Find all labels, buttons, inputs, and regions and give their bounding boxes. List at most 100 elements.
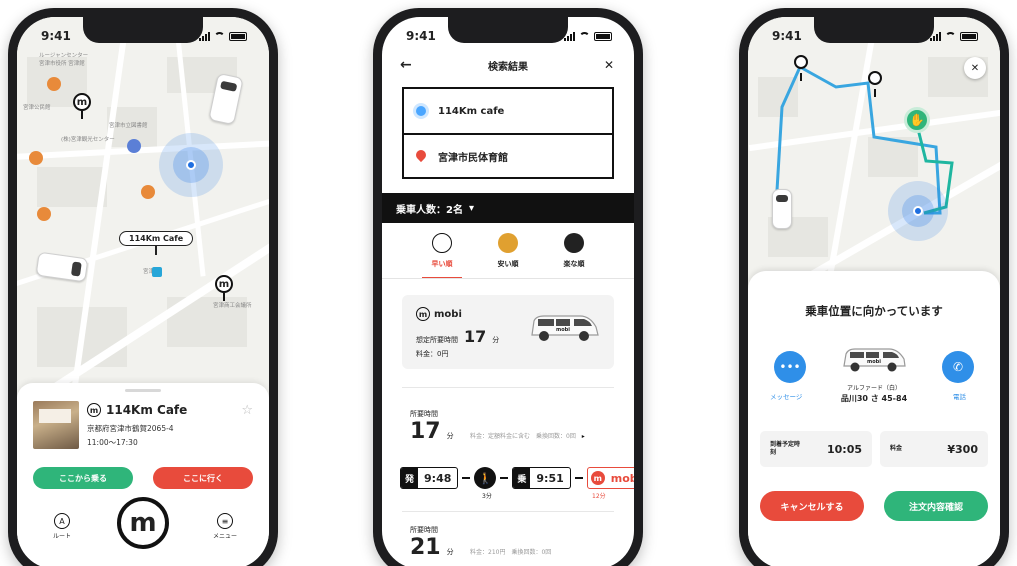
result-unit: 分: [446, 432, 454, 440]
route-result[interactable]: 所要時間 17 分 料金：定額料金に含む 乗換回数：0回 ▸: [410, 409, 634, 444]
map-view[interactable]: ルージャンセンター 宮津市役所 宮津館 宮津公民館 (株)宮津観光センター 宮津…: [17, 17, 269, 397]
star-icon[interactable]: ☆: [241, 403, 253, 418]
station-icon: [152, 267, 162, 277]
origin-field[interactable]: 114Km cafe: [404, 89, 612, 133]
place-hours: 11:00〜17:30: [87, 438, 138, 447]
depart-tag: 発: [401, 468, 419, 488]
phone-search-results: 9:41 ← 検索結果 ✕ 114Km cafe 宮津市民体育館 乗車人数：2名…: [373, 8, 643, 566]
mobi-duration: 12分: [592, 493, 606, 500]
phone-map-screen: 9:41 ルージャンセンター 宮津市役所 宮津館 宮津公民館 (株)宮津観光セン…: [8, 8, 278, 566]
depart-time: 9:48: [424, 471, 452, 485]
map-label: 宮津商工会議所: [213, 303, 252, 309]
app-showcase: 9:41 ルージャンセンター 宮津市役所 宮津館 宮津公民館 (株)宮津観光セン…: [0, 0, 1017, 566]
tab-route-label: ルート: [53, 533, 72, 540]
van-icon: mobi: [841, 347, 907, 373]
eta-value: 10:05: [826, 442, 862, 456]
map-label: (株)宮津観光センター: [61, 137, 115, 143]
stopwatch-icon: [432, 233, 452, 253]
duration-unit: 分: [492, 336, 500, 344]
call-button[interactable]: ✆: [942, 351, 974, 383]
order-details-button[interactable]: 注文内容確認: [884, 491, 988, 521]
call-label: 電話: [953, 393, 966, 401]
destination-field[interactable]: 宮津市民体育館: [404, 133, 612, 177]
result-meta: 料金：定額料金に含む 乗換回数：0回 ▸: [470, 433, 585, 440]
map-poi-icon: [141, 185, 155, 199]
depart-step: 発 9:48: [400, 467, 459, 489]
map-poi-icon: [29, 151, 43, 165]
result-label: 所要時間: [410, 410, 438, 418]
seat-icon: [564, 233, 584, 253]
mobi-logo-icon: m: [416, 307, 430, 321]
tab-route[interactable]: A ルート: [53, 513, 71, 540]
chevron-down-icon: ▾: [468, 202, 474, 214]
board-here-button[interactable]: ここから乗る: [33, 467, 133, 489]
destination-pin-icon: [416, 150, 426, 162]
result-minutes: 17: [410, 419, 441, 444]
close-icon[interactable]: ✕: [964, 57, 986, 79]
status-icons: [199, 31, 247, 41]
place-address: 京都府宮津市鶴賀2065-4: [87, 424, 174, 433]
sort-tabs: 早い順 安い順 楽な順: [382, 233, 634, 279]
chevron-right-icon: ▸: [581, 433, 585, 440]
notch: [448, 17, 568, 43]
tab-cheapest[interactable]: 安い順: [478, 233, 538, 269]
tab-fastest[interactable]: 早い順: [412, 233, 472, 279]
board-time: 9:51: [536, 471, 564, 485]
route-result[interactable]: 所要時間 21 分 料金：210円 乗換回数：0回: [410, 525, 634, 560]
back-arrow-icon[interactable]: ←: [400, 57, 412, 73]
wifi-icon: [945, 32, 956, 40]
map-view[interactable]: ✋: [748, 17, 1000, 297]
connector: [462, 477, 471, 479]
mobi-stop-pin[interactable]: m: [73, 93, 91, 111]
fare-label: 料金: [890, 445, 903, 453]
place-title: m 114Km Cafe: [87, 403, 187, 417]
route-icon: A: [54, 513, 70, 529]
mobi-logo-icon: m: [590, 471, 605, 485]
battery-icon: [960, 31, 978, 41]
origin-dot-icon: [416, 106, 426, 116]
mobi-option-card[interactable]: m mobi 想定所要時間 17 分 料金：0円 mobi: [402, 295, 614, 369]
cancel-button[interactable]: キャンセルする: [760, 491, 864, 521]
mobi-logo-icon: m: [87, 403, 101, 417]
duration-label: 想定所要時間: [416, 336, 458, 344]
notch: [814, 17, 934, 43]
result-unit: 分: [446, 548, 454, 556]
mobi-stop-pin[interactable]: m: [215, 275, 233, 293]
tab-easiest[interactable]: 楽な順: [544, 233, 604, 269]
status-title: 乗車位置に向かっています: [805, 304, 943, 318]
passenger-selector[interactable]: 乗車人数：2名 ▾: [382, 193, 634, 223]
stop-pin: [794, 55, 808, 69]
fare-box: 料金 ¥300: [880, 431, 988, 467]
message-button[interactable]: •••: [774, 351, 806, 383]
route-steps: 発 9:48 🚶 乗 9:51 m mobi: [400, 467, 634, 489]
map-screen: 9:41 ルージャンセンター 宮津市役所 宮津館 宮津公民館 (株)宮津観光セン…: [17, 17, 269, 566]
tab-menu-label: メニュー: [213, 533, 238, 540]
tab-menu[interactable]: ≡ メニュー: [213, 513, 237, 540]
vehicle-icon: [35, 251, 89, 283]
status-time: 9:41: [772, 29, 802, 43]
go-here-button[interactable]: ここに行く: [153, 467, 253, 489]
wifi-icon: [579, 32, 590, 40]
map-poi-icon: [47, 77, 61, 91]
ride-status-panel: 乗車位置に向かっています ••• メッセージ mobi アルファード（白） 品川…: [748, 271, 1000, 566]
place-callout[interactable]: 114Km Cafe: [119, 231, 194, 246]
mobi-step: m mobi: [586, 467, 634, 489]
tab-cheapest-label: 安い順: [497, 260, 519, 268]
walk-duration: 3分: [482, 493, 492, 500]
van-badge: mobi: [867, 359, 881, 365]
chat-bubble-icon: •••: [779, 360, 801, 374]
coins-icon: [498, 233, 518, 253]
status-icons: [564, 31, 612, 41]
mobi-home-button[interactable]: m: [117, 497, 169, 549]
nav-bar: ← 検索結果 ✕: [382, 53, 634, 77]
stop-pin: [868, 71, 882, 85]
destination-text: 宮津市民体育館: [438, 152, 508, 164]
close-icon[interactable]: ✕: [604, 58, 614, 72]
map-label: ルージャンセンター: [39, 53, 89, 59]
sheet-handle[interactable]: [125, 389, 161, 392]
tab-bar: A ルート m ≡ メニュー: [17, 497, 269, 566]
connector: [574, 477, 583, 479]
map-label: 宮津公民館: [23, 105, 51, 111]
mobi-step-text: mobi: [610, 471, 634, 485]
duration-value: 17: [464, 327, 487, 346]
